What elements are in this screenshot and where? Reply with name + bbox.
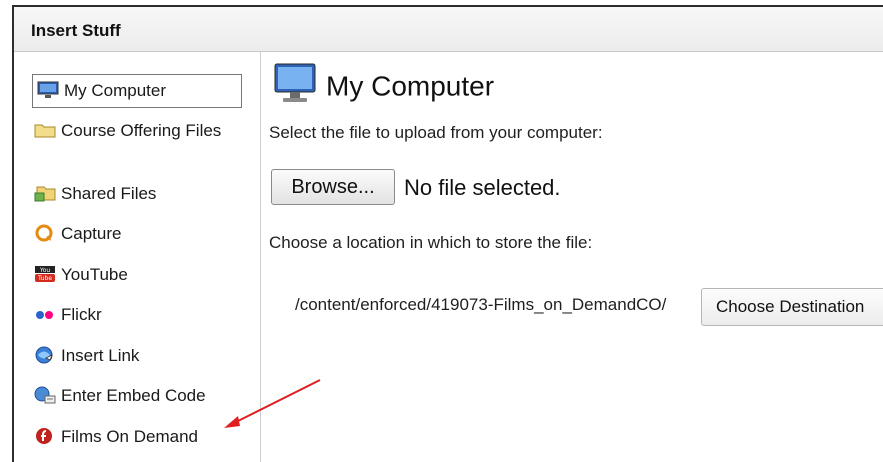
monitor-icon [37,81,59,99]
sidebar-item-enter-embed-code[interactable]: Enter Embed Code [34,383,244,409]
sidebar-item-label: Flickr [61,305,102,324]
svg-text:You: You [39,267,51,274]
sidebar-item-label: Course Offering Files [61,121,222,140]
sidebar-item-youtube[interactable]: You Tube YouTube [34,262,244,288]
folder-icon [34,121,56,139]
monitor-icon [273,62,317,111]
sidebar-item-label: Films On Demand [61,427,198,446]
youtube-icon: You Tube [34,265,56,283]
sidebar: My Computer Course Offering Files Shared… [14,52,261,462]
globe-link-icon [34,346,56,364]
page-title-text: My Computer [326,70,495,102]
sidebar-item-label: Enter Embed Code [61,386,206,405]
dialog-titlebar: Insert Stuff [14,7,883,52]
sidebar-item-insert-link[interactable]: Insert Link [34,343,244,369]
sidebar-item-label: YouTube [61,265,128,284]
svg-text:Tube: Tube [37,275,52,282]
capture-icon [34,224,56,242]
sidebar-item-my-computer[interactable]: My Computer [32,74,242,108]
sidebar-item-label: Shared Files [61,184,157,203]
location-instruction: Choose a location in which to store the … [269,233,593,252]
shared-folder-icon [34,184,56,202]
films-on-demand-icon [34,427,56,445]
destination-path: /content/enforced/419073-Films_on_Demand… [295,295,667,314]
sidebar-item-label: Capture [61,224,122,243]
browse-button[interactable]: Browse... [271,169,395,205]
sidebar-item-label: My Computer [64,81,167,100]
page-title: My Computer [273,62,494,111]
upload-instruction: Select the file to upload from your comp… [269,123,603,142]
main-panel: My Computer Select the file to upload fr… [261,52,883,462]
sidebar-item-course-offering-files[interactable]: Course Offering Files [34,118,224,144]
flickr-icon [34,305,56,323]
file-status: No file selected. [404,175,561,200]
choose-destination-button[interactable]: Choose Destination [701,288,883,326]
embed-code-icon [34,386,56,404]
sidebar-item-label: Insert Link [61,346,140,365]
sidebar-item-capture[interactable]: Capture [34,221,244,247]
dialog-title: Insert Stuff [31,21,121,40]
sidebar-item-films-on-demand[interactable]: Films On Demand [34,424,244,450]
insert-stuff-dialog: Insert Stuff My Computer Course Offering… [12,5,883,462]
sidebar-item-flickr[interactable]: Flickr [34,302,244,328]
sidebar-item-shared-files[interactable]: Shared Files [34,181,244,207]
